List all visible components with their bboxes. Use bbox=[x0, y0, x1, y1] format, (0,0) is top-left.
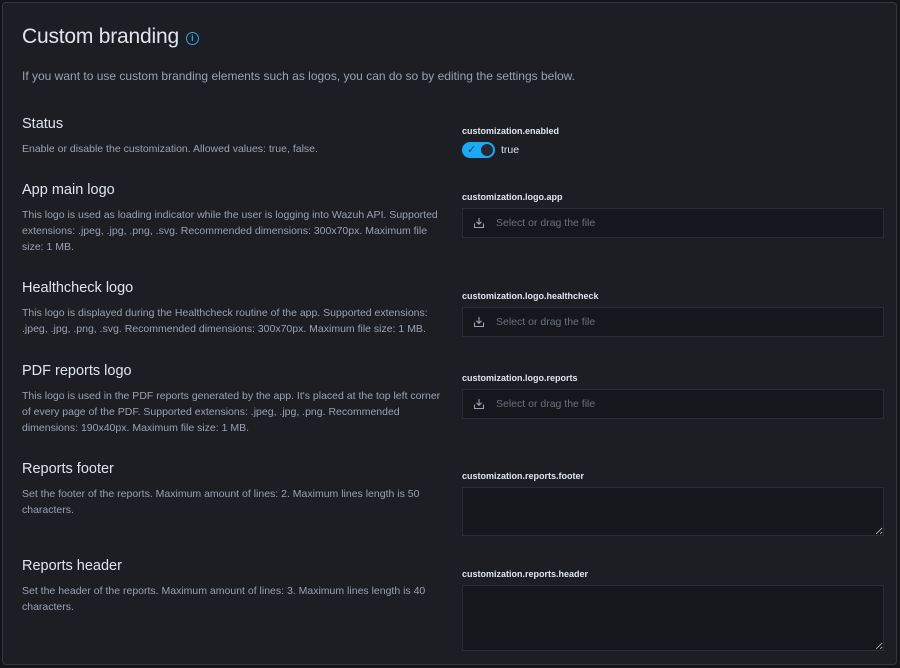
info-icon[interactable]: i bbox=[185, 32, 199, 45]
field-customization-logo-app: customization.logo.app Select or drag th… bbox=[462, 192, 884, 238]
file-picker-placeholder: Select or drag the file bbox=[496, 398, 596, 410]
field-customization-logo-reports: customization.logo.reports Select or dra… bbox=[462, 373, 884, 419]
field-label: customization.logo.reports bbox=[462, 373, 578, 383]
file-picker-placeholder: Select or drag the file bbox=[496, 217, 596, 229]
toggle-knob bbox=[480, 143, 494, 157]
setting-name: PDF reports logo bbox=[22, 363, 132, 379]
setting-app-main-logo: App main logo This logo is used as loadi… bbox=[22, 182, 447, 255]
setting-name: App main logo bbox=[22, 182, 115, 198]
reports-header-textarea[interactable] bbox=[462, 585, 884, 651]
title-row: Custom branding i bbox=[22, 25, 199, 49]
download-tray-icon bbox=[473, 218, 485, 229]
setting-name: Status bbox=[22, 116, 64, 132]
setting-name: Healthcheck logo bbox=[22, 280, 134, 296]
field-label: customization.logo.app bbox=[462, 192, 563, 202]
setting-pdf-reports-logo: PDF reports logo This logo is used in th… bbox=[22, 363, 447, 436]
check-icon: ✓ bbox=[467, 144, 477, 156]
page-description: If you want to use custom branding eleme… bbox=[22, 69, 575, 83]
setting-help: Enable or disable the customization. All… bbox=[22, 143, 318, 155]
field-label: customization.reports.footer bbox=[462, 471, 585, 481]
setting-healthcheck-logo: Healthcheck logo This logo is displayed … bbox=[22, 280, 447, 337]
field-customization-reports-header: customization.reports.header bbox=[462, 569, 884, 651]
toggle-row: ✓ true bbox=[462, 142, 884, 158]
download-tray-icon bbox=[473, 399, 485, 410]
field-customization-logo-healthcheck: customization.logo.healthcheck Select or… bbox=[462, 291, 884, 337]
field-label: customization.enabled bbox=[462, 126, 560, 136]
setting-name: Reports header bbox=[22, 558, 122, 574]
download-tray-icon bbox=[473, 317, 485, 328]
file-picker-healthcheck-logo[interactable]: Select or drag the file bbox=[462, 307, 884, 337]
setting-help: This logo is used as loading indicator w… bbox=[22, 209, 438, 253]
enabled-toggle[interactable]: ✓ bbox=[462, 142, 495, 158]
reports-footer-textarea[interactable] bbox=[462, 487, 884, 536]
custom-branding-panel: Custom branding i If you want to use cus… bbox=[2, 2, 897, 665]
toggle-value: true bbox=[501, 144, 520, 156]
field-customization-enabled: customization.enabled ✓ true bbox=[462, 126, 884, 158]
setting-help: This logo is displayed during the Health… bbox=[22, 307, 428, 335]
field-customization-reports-footer: customization.reports.footer bbox=[462, 471, 884, 536]
setting-status: Status Enable or disable the customizati… bbox=[22, 116, 447, 157]
setting-help: Set the footer of the reports. Maximum a… bbox=[22, 488, 420, 516]
setting-help: This logo is used in the PDF reports gen… bbox=[22, 390, 441, 434]
setting-reports-header: Reports header Set the header of the rep… bbox=[22, 558, 447, 615]
file-picker-reports-logo[interactable]: Select or drag the file bbox=[462, 389, 884, 419]
field-label: customization.reports.header bbox=[462, 569, 589, 579]
page-title: Custom branding bbox=[22, 25, 179, 48]
setting-help: Set the header of the reports. Maximum a… bbox=[22, 585, 426, 613]
file-picker-app-logo[interactable]: Select or drag the file bbox=[462, 208, 884, 238]
file-picker-placeholder: Select or drag the file bbox=[496, 316, 596, 328]
setting-reports-footer: Reports footer Set the footer of the rep… bbox=[22, 461, 447, 518]
setting-name: Reports footer bbox=[22, 461, 114, 477]
field-label: customization.logo.healthcheck bbox=[462, 291, 599, 301]
